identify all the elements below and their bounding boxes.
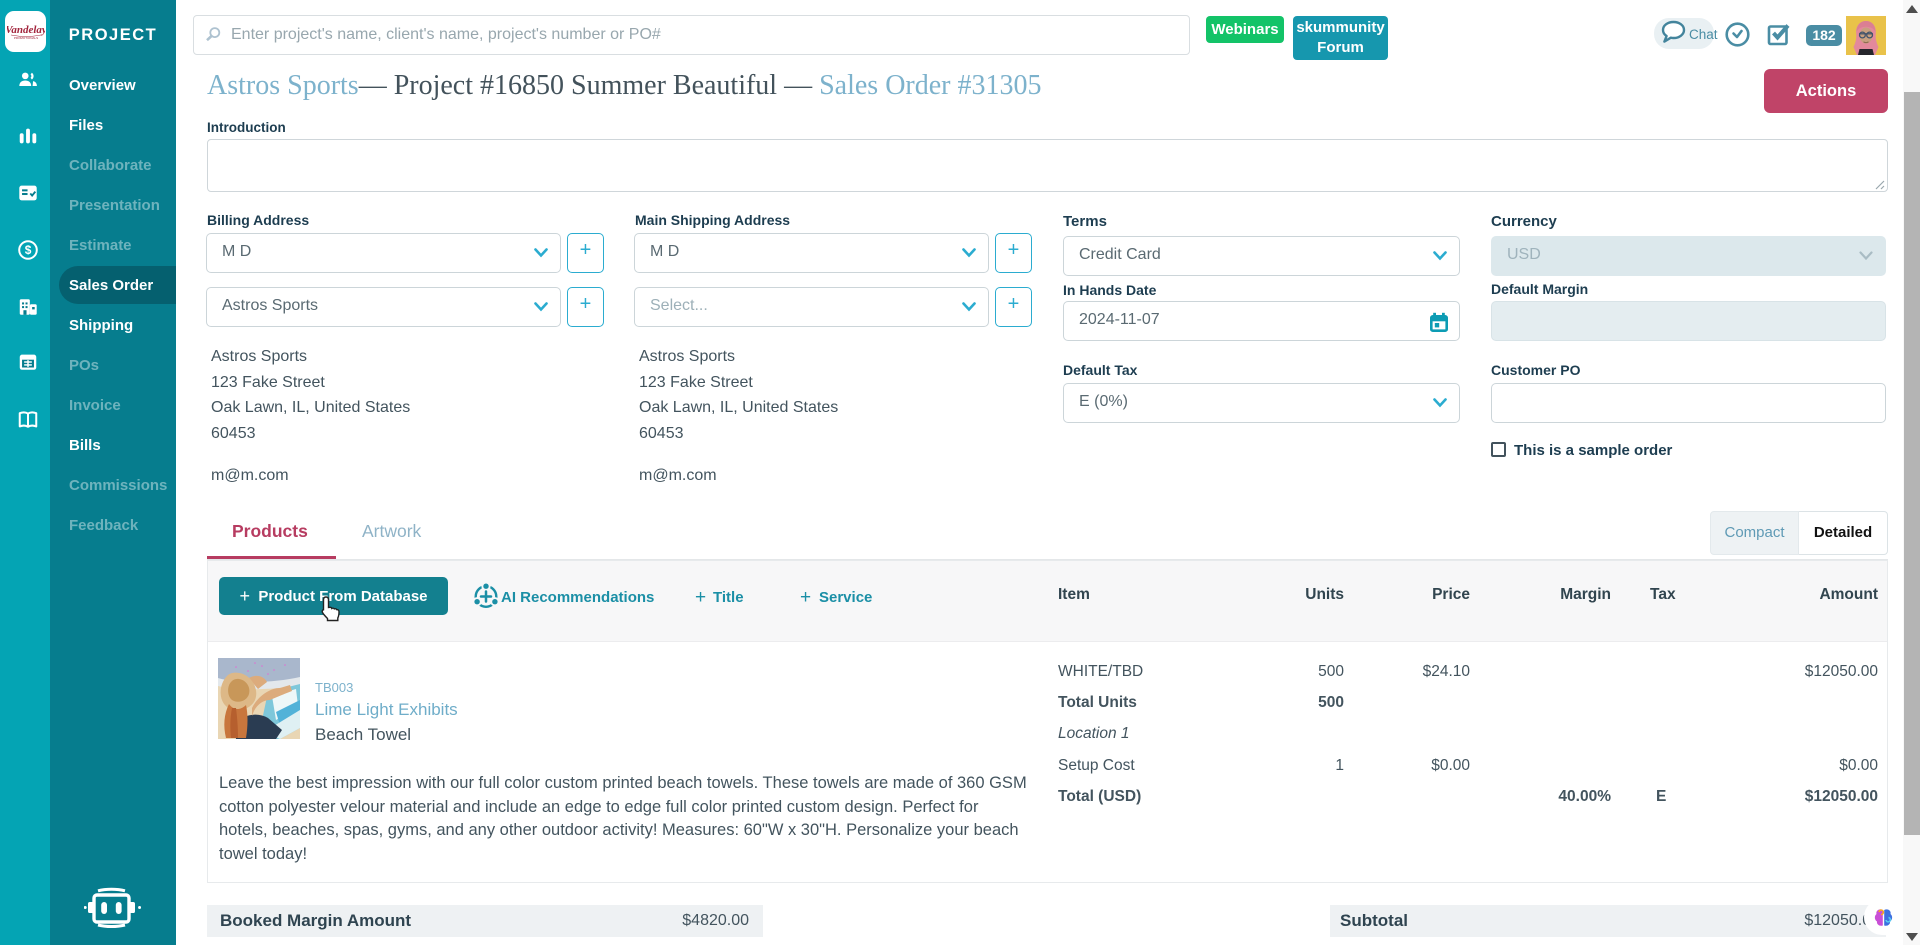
svg-text:$: $ xyxy=(25,243,32,257)
svg-text:Vandelay: Vandelay xyxy=(7,24,45,36)
